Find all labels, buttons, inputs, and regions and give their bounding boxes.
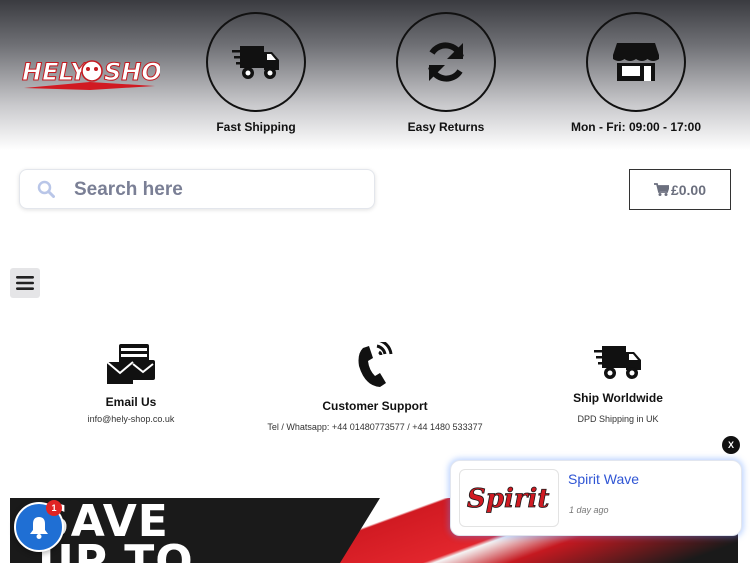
info-text[interactable]: info@hely-shop.co.uk xyxy=(21,411,241,428)
bell-icon xyxy=(30,517,48,539)
info-email: Email Us info@hely-shop.co.uk xyxy=(21,342,241,428)
feature-label: Mon - Fri: 09:00 - 17:00 xyxy=(570,120,702,134)
search-bar xyxy=(19,169,375,209)
info-title: Email Us xyxy=(105,395,157,409)
shipping-truck-icon xyxy=(206,12,306,112)
phone-ringing-icon xyxy=(358,338,393,387)
notification-bell-button[interactable]: 1 xyxy=(14,500,64,552)
info-title: Customer Support xyxy=(322,399,428,413)
notification-count-badge: 1 xyxy=(46,500,62,516)
feature-easy-returns: Easy Returns xyxy=(366,12,526,134)
banner-line-2: UP TO xyxy=(38,536,194,563)
feature-fast-shipping: Fast Shipping xyxy=(176,12,336,134)
svg-text:Spirit: Spirit xyxy=(467,484,549,514)
svg-text:HELY: HELY xyxy=(22,58,90,86)
info-text: DPD Shipping in UK xyxy=(577,414,659,424)
shipping-truck-icon xyxy=(594,346,641,379)
cart-button[interactable]: £0.00 xyxy=(629,169,731,210)
feature-label: Easy Returns xyxy=(407,120,485,134)
notification-popup[interactable]: Spirit Spirit Wave 1 day ago xyxy=(450,460,742,536)
hamburger-menu-icon xyxy=(16,276,34,290)
site-logo[interactable]: HELY SHOP xyxy=(20,56,180,94)
notification-title[interactable]: Spirit Wave xyxy=(568,471,639,487)
email-envelopes-icon xyxy=(106,344,155,384)
info-text[interactable]: Tel / Whatsapp: +44 01480773577 / +44 14… xyxy=(265,419,485,436)
sync-arrows-icon xyxy=(396,12,496,112)
search-input[interactable] xyxy=(72,174,366,206)
info-ship-worldwide: Ship Worldwide DPD Shipping in UK xyxy=(508,342,728,428)
cart-icon xyxy=(653,183,669,196)
spirit-logo: Spirit xyxy=(459,469,559,527)
store-front-icon xyxy=(586,12,686,112)
feature-label: Fast Shipping xyxy=(216,120,296,134)
info-customer-support: Customer Support Tel / Whatsapp: +44 014… xyxy=(265,338,485,436)
close-notification-button[interactable]: X xyxy=(722,436,740,454)
menu-toggle-button[interactable] xyxy=(10,268,40,298)
cart-total: £0.00 xyxy=(670,181,707,198)
info-title: Ship Worldwide xyxy=(573,391,663,405)
svg-text:SHOP: SHOP xyxy=(104,58,160,86)
notification-time: 1 day ago xyxy=(569,505,609,515)
feature-opening-hours: Mon - Fri: 09:00 - 17:00 xyxy=(556,12,716,134)
search-icon[interactable] xyxy=(37,180,55,203)
site-header: HELY SHOP Fast Shipping xyxy=(0,0,750,150)
